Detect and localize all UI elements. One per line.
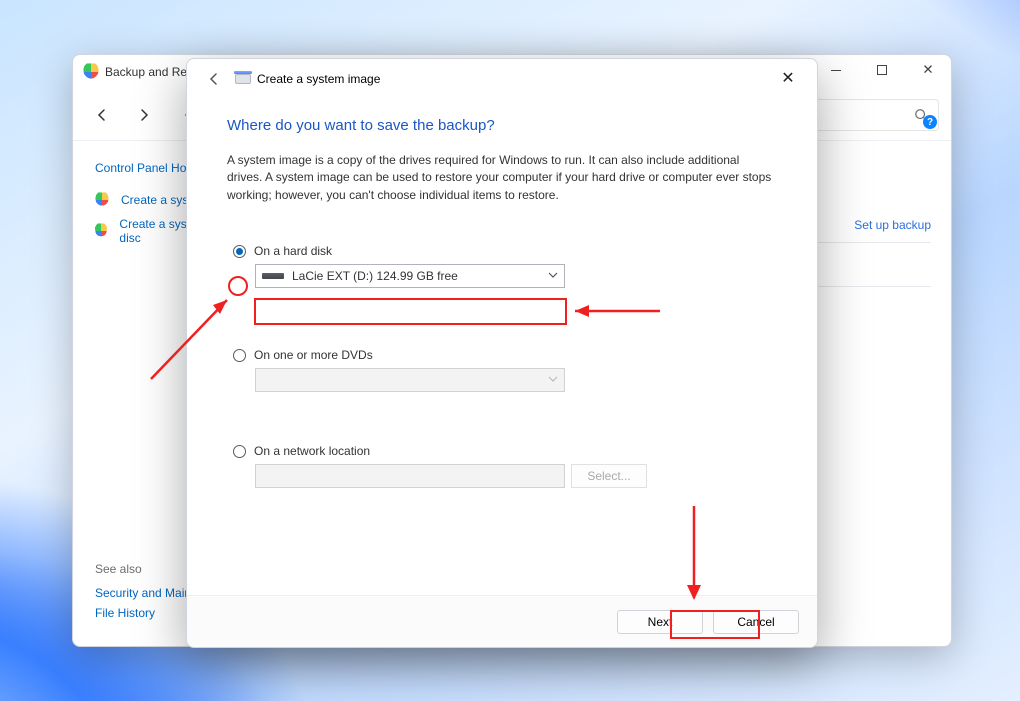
system-image-icon: [235, 74, 251, 84]
disk-select[interactable]: LaCie EXT (D:) 124.99 GB free: [255, 264, 565, 288]
select-location-button: Select...: [571, 464, 647, 488]
disk-select-value: LaCie EXT (D:) 124.99 GB free: [292, 269, 458, 283]
maximize-button[interactable]: [859, 55, 905, 85]
next-button[interactable]: Next: [617, 610, 703, 634]
dialog-heading: Where do you want to save the backup?: [227, 117, 777, 134]
shield-icon: [95, 192, 109, 207]
radio-network[interactable]: [233, 445, 246, 458]
radio-hard-disk[interactable]: [233, 245, 246, 258]
drive-icon: [262, 273, 284, 279]
nav-forward-button[interactable]: [127, 98, 161, 132]
network-location-input: [255, 464, 565, 488]
minimize-button[interactable]: [813, 55, 859, 85]
dialog-description: A system image is a copy of the drives r…: [227, 152, 777, 204]
radio-network-label: On a network location: [254, 444, 370, 458]
radio-hard-disk-label: On a hard disk: [254, 244, 332, 258]
radio-dvd-label: On one or more DVDs: [254, 348, 373, 362]
system-image-dialog: Create a system image ✕ Where do you wan…: [186, 58, 818, 648]
dialog-close-button[interactable]: ✕: [765, 63, 811, 93]
chevron-down-icon: [548, 270, 558, 280]
help-icon[interactable]: ?: [923, 115, 937, 129]
dvd-select: [255, 368, 565, 392]
chevron-down-icon: [548, 374, 558, 384]
shield-icon: [95, 223, 107, 238]
shield-icon: [83, 63, 99, 81]
set-up-backup-link[interactable]: Set up backup: [854, 218, 931, 232]
cancel-button[interactable]: Cancel: [713, 610, 799, 634]
dialog-back-button[interactable]: [199, 64, 229, 94]
close-button[interactable]: ✕: [905, 55, 951, 85]
dialog-title: Create a system image: [257, 72, 380, 86]
nav-back-button[interactable]: [85, 98, 119, 132]
radio-dvd[interactable]: [233, 349, 246, 362]
